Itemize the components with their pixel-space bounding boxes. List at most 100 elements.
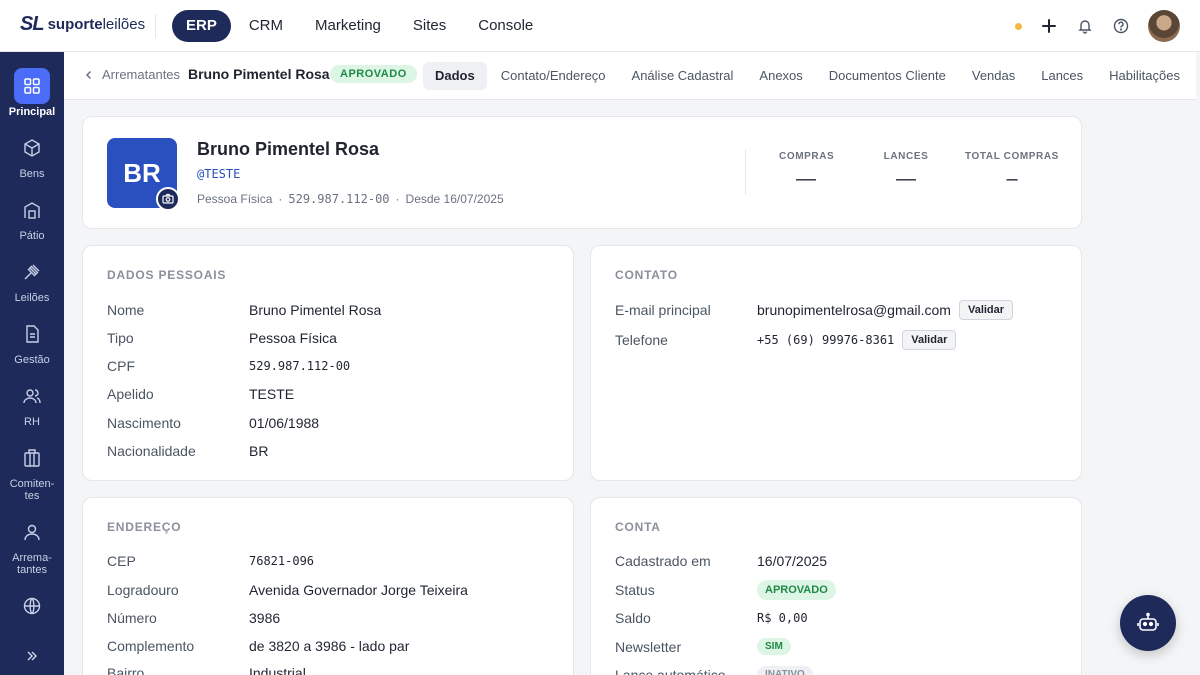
nav-console[interactable]: Console — [464, 10, 547, 42]
robot-icon — [1137, 612, 1159, 631]
tab-analise-cadastral[interactable]: Análise Cadastral — [620, 62, 746, 90]
field-numero: Número 3986 — [107, 610, 281, 626]
assistant-button[interactable] — [1120, 595, 1176, 651]
field-status: Status APROVADO — [615, 580, 836, 600]
brand-logo[interactable]: SL suporteleilões — [20, 13, 145, 36]
contact-card: CONTATO E-mail principal brunopimentelro… — [590, 245, 1082, 481]
globe-icon — [14, 588, 50, 624]
status-badge: APROVADO — [330, 65, 417, 83]
building-icon — [14, 440, 50, 476]
tab-contato-endereco[interactable]: Contato/Endereço — [489, 62, 618, 90]
sidebar-item-sites[interactable] — [0, 588, 64, 626]
profile-card: BR Bruno Pimentel Rosa @TESTE Pessoa Fís… — [82, 116, 1082, 229]
nav-erp[interactable]: ERP — [172, 10, 231, 42]
field-cpf: CPF 529.987.112-00 — [107, 358, 351, 374]
top-actions — [1015, 10, 1180, 42]
users-icon — [14, 378, 50, 414]
field-complemento: Complemento de 3820 a 3986 - lado par — [107, 638, 410, 654]
sub-header: Arrematantes Bruno Pimentel Rosa APROVAD… — [64, 52, 1196, 100]
profile-cpf: 529.987.112-00 — [288, 192, 390, 206]
newsletter-badge: SIM — [757, 638, 791, 655]
gavel-icon — [14, 254, 50, 290]
field-lance-automatico: Lance automático INATIVO — [615, 666, 813, 675]
divider — [155, 14, 156, 38]
field-nome: Nome Bruno Pimentel Rosa — [107, 302, 382, 318]
phone-value: +55 (69) 99976-8361 — [757, 333, 895, 347]
help-icon[interactable] — [1112, 17, 1130, 35]
nav-sites[interactable]: Sites — [399, 10, 460, 42]
top-bar: SL suporteleilões ERP CRM Marketing Site… — [0, 0, 1200, 52]
tab-habilitacoes[interactable]: Habilitações — [1097, 62, 1192, 90]
nav-crm[interactable]: CRM — [235, 10, 297, 42]
field-cep: CEP 76821-096 — [107, 553, 315, 569]
status-badge: APROVADO — [757, 580, 836, 600]
tab-documentos-cliente[interactable]: Documentos Cliente — [817, 62, 958, 90]
account-card: CONTA Cadastrado em 16/07/2025 Status APRO… — [590, 497, 1082, 675]
profile-name: Bruno Pimentel Rosa — [197, 139, 380, 159]
field-nascimento: Nascimento 01/06/1988 — [107, 415, 320, 431]
stat-compras: COMPRAS — — [779, 151, 835, 190]
plus-icon[interactable] — [1040, 17, 1058, 35]
sidebar-expand[interactable] — [0, 638, 64, 675]
profile-type: Pessoa Física — [197, 192, 273, 206]
address-card: ENDEREÇO CEP 76821-096 Logradouro Avenida … — [82, 497, 574, 675]
section-title: ENDEREÇO — [107, 520, 182, 534]
sidebar-item-comitentes[interactable]: Comiten-tes — [0, 440, 64, 502]
sidebar-item-arrematantes[interactable]: Arrema-tantes — [0, 514, 64, 576]
field-saldo: Saldo R$ 0,00 — [615, 610, 808, 626]
field-newsletter: Newsletter SIM — [615, 638, 791, 655]
tab-lances[interactable]: Lances — [1029, 62, 1095, 90]
field-cadastrado: Cadastrado em 16/07/2025 — [615, 553, 828, 569]
divider — [745, 149, 746, 195]
section-title: CONTA — [615, 520, 661, 534]
sidebar-item-leiloes[interactable]: Leilões — [0, 254, 64, 304]
section-title: DADOS PESSOAIS — [107, 268, 227, 282]
brand-name: suporteleilões — [47, 16, 146, 33]
field-tipo: Tipo Pessoa Física — [107, 330, 337, 346]
auto-bid-badge: INATIVO — [757, 666, 813, 675]
profile-meta: Pessoa Física · 529.987.112-00 · Desde 1… — [197, 192, 504, 206]
chevrons-right-icon — [14, 638, 50, 674]
field-telefone: Telefone +55 (69) 99976-8361 Validar — [615, 330, 957, 350]
tab-vendas[interactable]: Vendas — [960, 62, 1027, 90]
document-icon — [14, 316, 50, 352]
grid-icon — [14, 68, 50, 104]
user-icon — [14, 514, 50, 550]
profile-handle: @TESTE — [197, 167, 241, 181]
tabs: Dados Contato/Endereço Análise Cadastral… — [423, 62, 1194, 90]
personal-data-card: DADOS PESSOAIS Nome Bruno Pimentel Rosa T… — [82, 245, 574, 481]
profile-since: Desde 16/07/2025 — [405, 192, 504, 206]
sidebar-item-gestao[interactable]: Gestão — [0, 316, 64, 366]
user-avatar[interactable] — [1148, 10, 1180, 42]
section-title: CONTATO — [615, 268, 678, 282]
field-apelido: Apelido TESTE — [107, 386, 295, 402]
field-nacionalidade: Nacionalidade BR — [107, 443, 269, 459]
sidebar-item-principal[interactable]: Principal — [0, 68, 64, 118]
nav-marketing[interactable]: Marketing — [301, 10, 395, 42]
validate-email-button[interactable]: Validar — [958, 300, 1014, 320]
warehouse-icon — [14, 192, 50, 228]
breadcrumb: Arrematantes — [84, 67, 180, 82]
brand-mark: SL — [20, 13, 45, 35]
box-icon — [14, 130, 50, 166]
stat-lances: LANCES — — [883, 151, 929, 190]
sidebar-item-patio[interactable]: Pátio — [0, 192, 64, 242]
bell-icon[interactable] — [1076, 17, 1094, 35]
tab-dados[interactable]: Dados — [423, 62, 487, 90]
field-bairro: Bairro Industrial — [107, 665, 306, 675]
stat-total-compras: TOTAL COMPRAS – — [965, 151, 1059, 190]
field-logradouro: Logradouro Avenida Governador Jorge Teixe… — [107, 582, 468, 598]
sidebar: Principal Bens Pátio Leilões Gestão RH C… — [0, 52, 64, 675]
email-value: brunopimentelrosa@gmail.com — [757, 302, 951, 318]
camera-icon[interactable] — [156, 187, 180, 211]
field-email: E-mail principal brunopimentelrosa@gmail… — [615, 300, 1014, 320]
breadcrumb-parent[interactable]: Arrematantes — [102, 67, 180, 82]
validate-phone-button[interactable]: Validar — [902, 330, 957, 350]
chevron-left-icon[interactable] — [84, 70, 94, 80]
sidebar-item-rh[interactable]: RH — [0, 378, 64, 428]
top-nav: ERP CRM Marketing Sites Console — [172, 10, 551, 42]
status-dot — [1015, 22, 1022, 30]
tab-anexos[interactable]: Anexos — [747, 62, 814, 90]
sidebar-item-bens[interactable]: Bens — [0, 130, 64, 180]
breadcrumb-current: Bruno Pimentel Rosa — [188, 66, 330, 82]
